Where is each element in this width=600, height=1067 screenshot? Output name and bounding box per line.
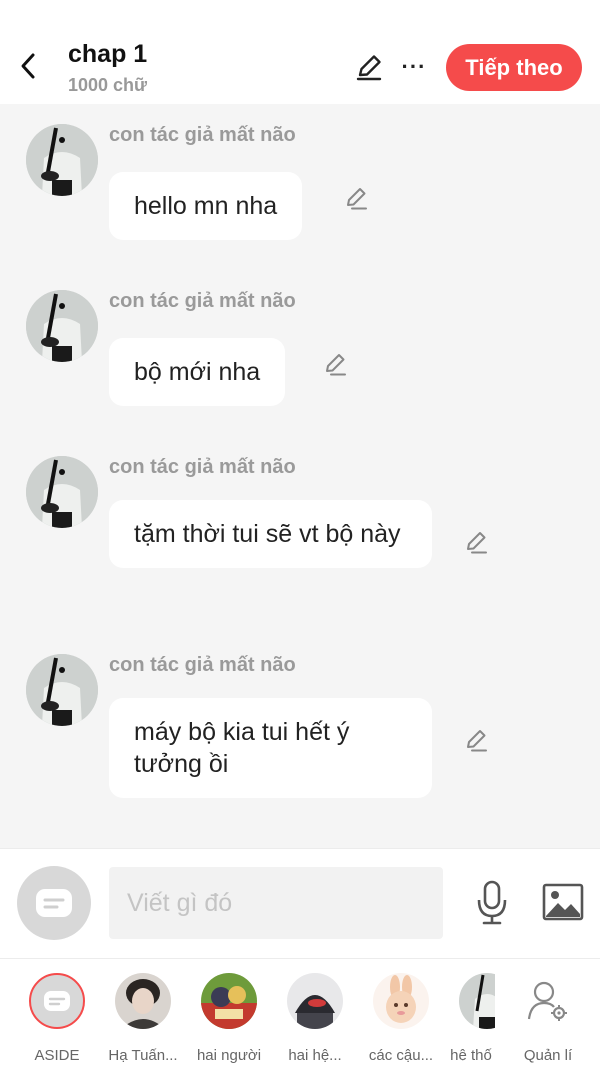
- message-input[interactable]: [109, 867, 443, 939]
- pencil-icon: [467, 532, 487, 554]
- image-icon: [542, 883, 584, 921]
- tab-character[interactable]: Hạ Tuấn...: [105, 969, 181, 1064]
- insert-image-button[interactable]: [540, 881, 586, 923]
- microphone-icon: [477, 880, 507, 925]
- tab-label: hệ thố: [450, 1047, 492, 1061]
- edit-message-button[interactable]: [460, 526, 492, 558]
- edit-message-button[interactable]: [460, 724, 492, 756]
- author-avatar[interactable]: [26, 654, 98, 726]
- aside-toggle-button[interactable]: [17, 866, 91, 940]
- author-avatar[interactable]: [26, 290, 98, 362]
- tab-character[interactable]: hai hệ...: [277, 969, 353, 1064]
- tab-label: ASIDE: [34, 1047, 80, 1064]
- message-list: con tác giả mất não hello mn nha con tác…: [0, 104, 600, 848]
- character-avatar: [287, 973, 343, 1029]
- tab-manage[interactable]: Quản lí: [510, 969, 586, 1064]
- tab-label: Hạ Tuấn...: [108, 1047, 178, 1064]
- tab-label: hai hệ...: [288, 1047, 342, 1064]
- more-options-button[interactable]: ···: [396, 48, 432, 86]
- tab-character[interactable]: các cậu...: [363, 969, 439, 1064]
- tab-label: các cậu...: [368, 1047, 434, 1064]
- edit-message-button[interactable]: [340, 182, 372, 214]
- character-avatar: [115, 973, 171, 1029]
- bottom-navigation: ASIDE Hạ Tuấn... hai người hai hệ... các…: [0, 958, 600, 1067]
- edit-title-button[interactable]: [350, 48, 388, 86]
- author-avatar[interactable]: [26, 456, 98, 528]
- message-bubble: tặm thời tui sẽ vt bộ này: [109, 500, 432, 568]
- back-button[interactable]: [10, 44, 46, 88]
- author-name: con tác giả mất não: [109, 456, 296, 478]
- manage-icon: [520, 973, 576, 1029]
- word-count: 1000 chữ: [68, 75, 148, 95]
- chevron-left-icon: [21, 53, 35, 79]
- author-name: con tác giả mất não: [109, 290, 296, 312]
- message-bubble: máy bộ kia tui hết ý tưởng ồi: [109, 698, 432, 798]
- composer-bar: [0, 848, 600, 958]
- pencil-icon: [356, 55, 382, 81]
- tab-label: hai người: [196, 1047, 262, 1064]
- aside-icon: [29, 973, 85, 1029]
- character-avatar: [459, 973, 495, 1029]
- author-name: con tác giả mất não: [109, 654, 296, 676]
- tab-aside[interactable]: ASIDE: [19, 969, 95, 1064]
- pencil-icon: [347, 188, 367, 210]
- edit-message-button[interactable]: [319, 348, 351, 380]
- message-bubble: hello mn nha: [109, 172, 303, 240]
- author-name: con tác giả mất não: [109, 124, 296, 146]
- pencil-icon: [467, 730, 487, 752]
- tab-label: Quản lí: [523, 1047, 573, 1064]
- voice-input-button[interactable]: [470, 879, 514, 927]
- character-avatar: [201, 973, 257, 1029]
- author-avatar[interactable]: [26, 124, 98, 196]
- top-bar: chap 1 1000 chữ ··· Tiếp theo: [0, 0, 600, 104]
- chapter-title: chap 1: [68, 40, 148, 68]
- tab-character[interactable]: hai người: [191, 969, 267, 1064]
- message-bubble: bộ mới nha: [109, 338, 286, 406]
- character-avatar: [373, 973, 429, 1029]
- chat-bubble-icon: [36, 889, 72, 917]
- tab-character[interactable]: hệ thố: [449, 969, 495, 1061]
- pencil-icon: [326, 354, 346, 376]
- next-button[interactable]: Tiếp theo: [446, 44, 582, 91]
